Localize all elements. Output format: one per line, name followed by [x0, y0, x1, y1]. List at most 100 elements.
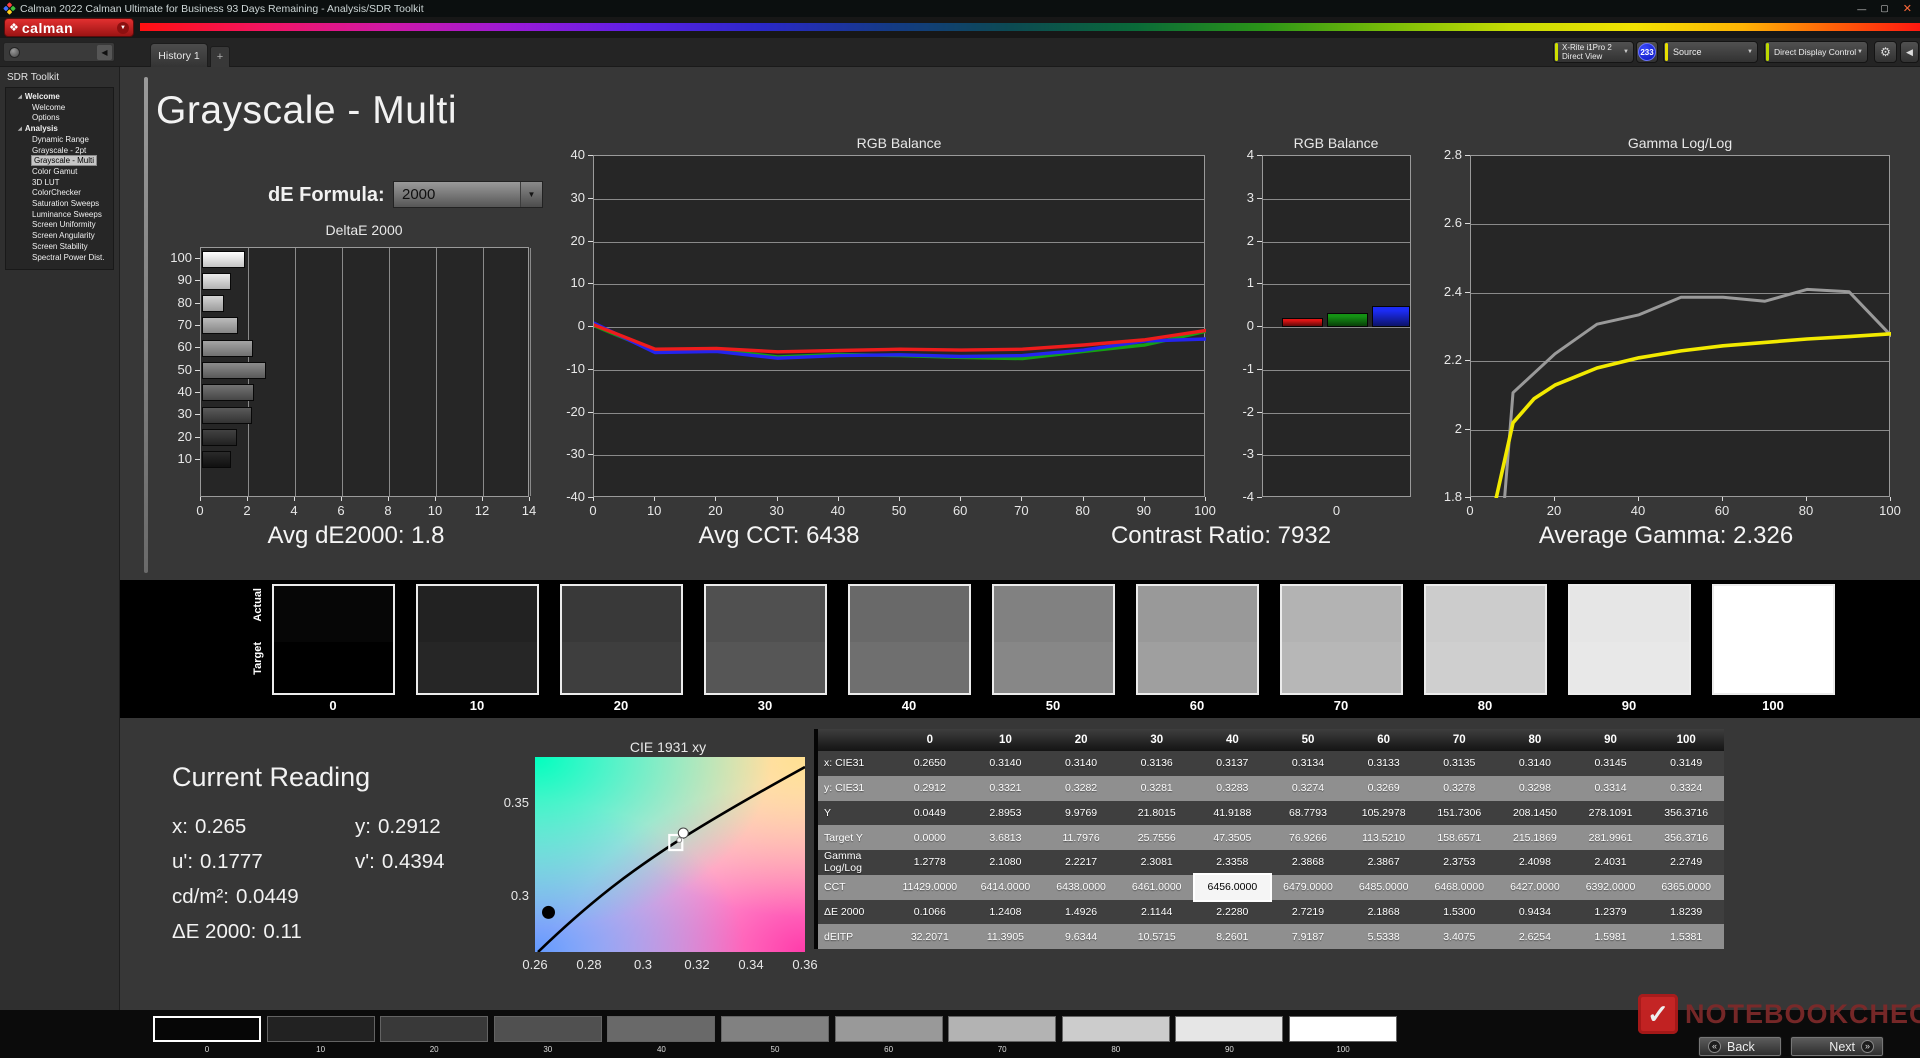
table-cell-y-100[interactable]: 356.3716 — [1648, 800, 1724, 826]
table-cell-y-70[interactable]: 151.7306 — [1421, 800, 1498, 826]
expand-arrow-icon[interactable]: ◢ — [18, 94, 22, 100]
calman-menu-button[interactable]: ❖ calman ▼ — [4, 18, 134, 37]
table-cell-y-cie31-100[interactable]: 0.3324 — [1648, 775, 1724, 801]
table-cell-y-10[interactable]: 2.8953 — [967, 800, 1044, 826]
table-cell-x-cie31-60[interactable]: 0.3133 — [1345, 751, 1422, 776]
sidebar-item-colorchecker[interactable]: ColorChecker — [6, 188, 113, 199]
pattern-swatch-80[interactable] — [1061, 1016, 1170, 1042]
table-cell-deitp-80[interactable]: 2.6254 — [1497, 924, 1573, 949]
table-cell-y-cie31-0[interactable]: 0.2912 — [892, 775, 968, 801]
table-cell-e-2000-50[interactable]: 2.7219 — [1270, 899, 1346, 925]
table-cell-y-cie31-50[interactable]: 0.3274 — [1270, 775, 1346, 801]
table-cell-deitp-10[interactable]: 11.3905 — [967, 924, 1044, 949]
table-cell-x-cie31-30[interactable]: 0.3136 — [1118, 751, 1195, 776]
table-cell-target-y-40[interactable]: 47.3505 — [1194, 825, 1271, 850]
table-cell-gamma-log-log-50[interactable]: 2.3868 — [1270, 850, 1346, 875]
pattern-swatch-60[interactable] — [834, 1016, 943, 1042]
table-cell-deitp-70[interactable]: 3.4075 — [1421, 924, 1498, 949]
table-cell-y-80[interactable]: 208.1450 — [1497, 800, 1573, 826]
splitter-handle[interactable] — [144, 77, 148, 573]
table-cell-x-cie31-90[interactable]: 0.3145 — [1572, 751, 1649, 776]
de-formula-select[interactable]: 2000 ▼ — [393, 181, 543, 208]
table-cell-x-cie31-0[interactable]: 0.2650 — [892, 751, 968, 776]
table-cell-target-y-30[interactable]: 25.7556 — [1118, 825, 1195, 850]
table-cell-cct-0[interactable]: 11429.0000 — [892, 874, 968, 900]
table-cell-cct-100[interactable]: 6365.0000 — [1648, 874, 1724, 900]
back-button[interactable]: « Back — [1698, 1036, 1782, 1057]
sidebar-item-grayscale-2pt[interactable]: Grayscale - 2pt — [6, 146, 113, 157]
table-cell-gamma-log-log-40[interactable]: 2.3358 — [1194, 850, 1271, 875]
collapse-left-icon[interactable]: ◀ — [97, 44, 112, 60]
pattern-swatch-100[interactable] — [1289, 1016, 1397, 1042]
next-button[interactable]: Next » — [1790, 1036, 1884, 1057]
table-cell-target-y-50[interactable]: 76.9266 — [1270, 825, 1346, 850]
table-cell-x-cie31-70[interactable]: 0.3135 — [1421, 751, 1498, 776]
table-cell-deitp-50[interactable]: 7.9187 — [1270, 924, 1346, 949]
table-cell-target-y-80[interactable]: 215.1869 — [1497, 825, 1573, 850]
table-cell-cct-60[interactable]: 6485.0000 — [1345, 874, 1422, 900]
table-cell-y-30[interactable]: 21.8015 — [1118, 800, 1195, 826]
table-cell-y-cie31-40[interactable]: 0.3283 — [1194, 775, 1271, 801]
sidebar-item-screen-uniformity[interactable]: Screen Uniformity — [6, 220, 113, 231]
table-cell-y-90[interactable]: 278.1091 — [1572, 800, 1649, 826]
sidebar-item-spectral-power-dist[interactable]: Spectral Power Dist. — [6, 253, 113, 264]
pattern-swatch-10[interactable] — [266, 1016, 375, 1042]
table-cell-gamma-log-log-80[interactable]: 2.4098 — [1497, 850, 1573, 875]
table-cell-target-y-60[interactable]: 113.5210 — [1345, 825, 1422, 850]
table-cell-deitp-90[interactable]: 1.5981 — [1572, 924, 1649, 949]
pattern-swatch-40[interactable] — [607, 1016, 716, 1042]
table-cell-x-cie31-50[interactable]: 0.3134 — [1270, 751, 1346, 776]
table-cell-x-cie31-100[interactable]: 0.3149 — [1648, 751, 1724, 776]
close-button[interactable]: ✕ — [1903, 2, 1912, 15]
table-cell-y-cie31-60[interactable]: 0.3269 — [1345, 775, 1422, 801]
sidebar-item-saturation-sweeps[interactable]: Saturation Sweeps — [6, 199, 113, 210]
table-cell-e-2000-30[interactable]: 2.1144 — [1118, 899, 1195, 925]
panel-toggle[interactable]: ◀ — [3, 42, 115, 62]
add-tab-button[interactable]: + — [210, 46, 230, 67]
table-cell-cct-70[interactable]: 6468.0000 — [1421, 874, 1498, 900]
table-cell-y-40[interactable]: 41.9188 — [1194, 800, 1271, 826]
sidebar-item-luminance-sweeps[interactable]: Luminance Sweeps — [6, 210, 113, 221]
maximize-button[interactable]: ▢ — [1880, 3, 1889, 14]
sidebar-item-dynamic-range[interactable]: Dynamic Range — [6, 135, 113, 146]
table-cell-y-cie31-30[interactable]: 0.3281 — [1118, 775, 1195, 801]
table-cell-cct-20[interactable]: 6438.0000 — [1043, 874, 1119, 900]
table-cell-deitp-40[interactable]: 8.2601 — [1194, 924, 1271, 949]
table-cell-gamma-log-log-100[interactable]: 2.2749 — [1648, 850, 1724, 875]
table-cell-deitp-60[interactable]: 5.5338 — [1345, 924, 1422, 949]
pattern-swatch-50[interactable] — [721, 1016, 829, 1042]
table-cell-cct-50[interactable]: 6479.0000 — [1270, 874, 1346, 900]
table-cell-e-2000-70[interactable]: 1.5300 — [1421, 899, 1498, 925]
tab-history-1[interactable]: History 1 — [150, 43, 208, 67]
meter-select[interactable]: X-Rite i1Pro 2 Direct View ▼ — [1553, 41, 1634, 63]
table-cell-y-cie31-20[interactable]: 0.3282 — [1043, 775, 1119, 801]
sidebar-item-color-gamut[interactable]: Color Gamut — [6, 167, 113, 178]
table-cell-gamma-log-log-60[interactable]: 2.3867 — [1345, 850, 1422, 875]
pattern-swatch-70[interactable] — [948, 1016, 1057, 1042]
table-cell-y-0[interactable]: 0.0449 — [892, 800, 968, 826]
pattern-swatch-90[interactable] — [1175, 1016, 1284, 1042]
table-cell-x-cie31-20[interactable]: 0.3140 — [1043, 751, 1119, 776]
table-cell-e-2000-10[interactable]: 1.2408 — [967, 899, 1044, 925]
table-cell-cct-30[interactable]: 6461.0000 — [1118, 874, 1195, 900]
pattern-swatch-30[interactable] — [493, 1016, 602, 1042]
table-cell-target-y-90[interactable]: 281.9961 — [1572, 825, 1649, 850]
table-cell-e-2000-90[interactable]: 1.2379 — [1572, 899, 1649, 925]
table-cell-target-y-0[interactable]: 0.0000 — [892, 825, 968, 850]
table-cell-cct-40[interactable]: 6456.0000 — [1192, 872, 1273, 902]
table-cell-y-cie31-80[interactable]: 0.3298 — [1497, 775, 1573, 801]
table-cell-y-cie31-10[interactable]: 0.3321 — [967, 775, 1044, 801]
table-cell-deitp-20[interactable]: 9.6344 — [1043, 924, 1119, 949]
table-cell-e-2000-40[interactable]: 2.2280 — [1194, 899, 1271, 925]
table-cell-x-cie31-40[interactable]: 0.3137 — [1194, 751, 1271, 776]
sidebar-item-grayscale-multi[interactable]: Grayscale - Multi — [6, 155, 113, 167]
sidebar-item-screen-stability[interactable]: Screen Stability — [6, 242, 113, 253]
table-cell-gamma-log-log-20[interactable]: 2.2217 — [1043, 850, 1119, 875]
sidebar-item-options[interactable]: Options — [6, 113, 113, 124]
table-cell-deitp-30[interactable]: 10.5715 — [1118, 924, 1195, 949]
table-cell-e-2000-60[interactable]: 2.1868 — [1345, 899, 1422, 925]
table-cell-e-2000-20[interactable]: 1.4926 — [1043, 899, 1119, 925]
sidebar-item-3d-lut[interactable]: 3D LUT — [6, 178, 113, 189]
table-cell-gamma-log-log-90[interactable]: 2.4031 — [1572, 850, 1649, 875]
table-cell-target-y-20[interactable]: 11.7976 — [1043, 825, 1119, 850]
